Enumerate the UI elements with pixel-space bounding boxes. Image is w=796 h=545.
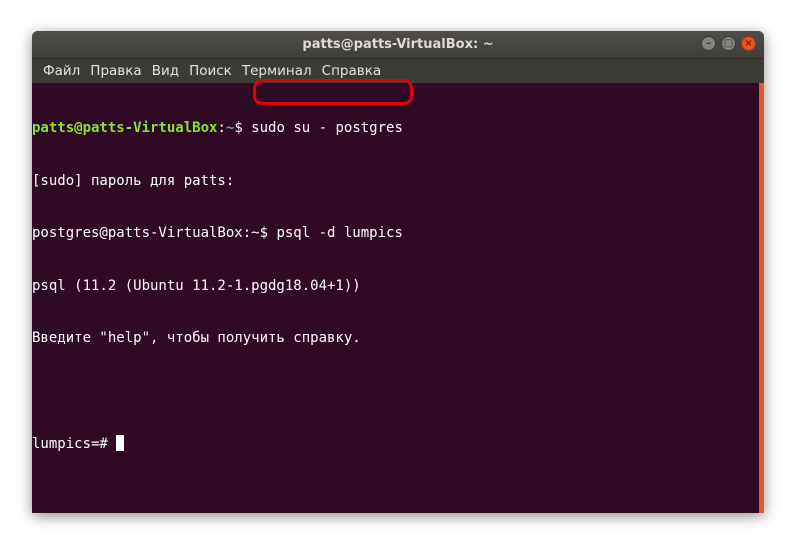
- prompt-user: patts@patts-VirtualBox: [32, 120, 218, 136]
- close-icon: ×: [744, 37, 753, 49]
- terminal-line-2: [sudo] пароль для patts:: [32, 172, 235, 189]
- terminal-line-1: patts@patts-VirtualBox:~$ sudo su - post…: [32, 120, 403, 138]
- menu-view[interactable]: Вид: [147, 59, 184, 83]
- terminal-output: patts@patts-VirtualBox:~$ sudo su - post…: [32, 85, 403, 488]
- maximize-icon: □: [723, 37, 734, 49]
- postgres-prompt: postgres@patts-VirtualBox:~$: [32, 225, 277, 241]
- scrollbar[interactable]: [759, 83, 764, 513]
- maximize-button[interactable]: □: [721, 36, 736, 51]
- window-controls: – □ ×: [701, 36, 756, 51]
- command-highlight-annotation: [253, 79, 413, 105]
- command-text: $ sudo su - postgres: [234, 120, 403, 136]
- title-bar[interactable]: patts@patts-VirtualBox: ~ – □ ×: [32, 31, 764, 59]
- terminal-line-7: lumpics=#: [32, 435, 403, 453]
- text-cursor: [116, 435, 125, 451]
- psql-command: psql -d lumpics: [276, 225, 403, 241]
- window-title: patts@patts-VirtualBox: ~: [302, 37, 494, 52]
- terminal-area[interactable]: patts@patts-VirtualBox:~$ sudo su - post…: [32, 83, 764, 513]
- terminal-line-6: [32, 383, 403, 401]
- menu-search[interactable]: Поиск: [184, 59, 237, 83]
- terminal-line-5: Введите "help", чтобы получить справку.: [32, 330, 361, 346]
- menu-file[interactable]: Файл: [38, 59, 85, 83]
- minimize-button[interactable]: –: [701, 36, 716, 51]
- prompt-separator: :: [217, 120, 226, 136]
- terminal-line-3: postgres@patts-VirtualBox:~$ psql -d lum…: [32, 225, 403, 243]
- psql-prompt: lumpics=#: [32, 436, 117, 452]
- close-button[interactable]: ×: [741, 36, 756, 51]
- menu-edit[interactable]: Правка: [85, 59, 146, 83]
- terminal-line-4: psql (11.2 (Ubuntu 11.2-1.pgdg18.04+1)): [32, 277, 361, 294]
- minimize-icon: –: [706, 37, 711, 49]
